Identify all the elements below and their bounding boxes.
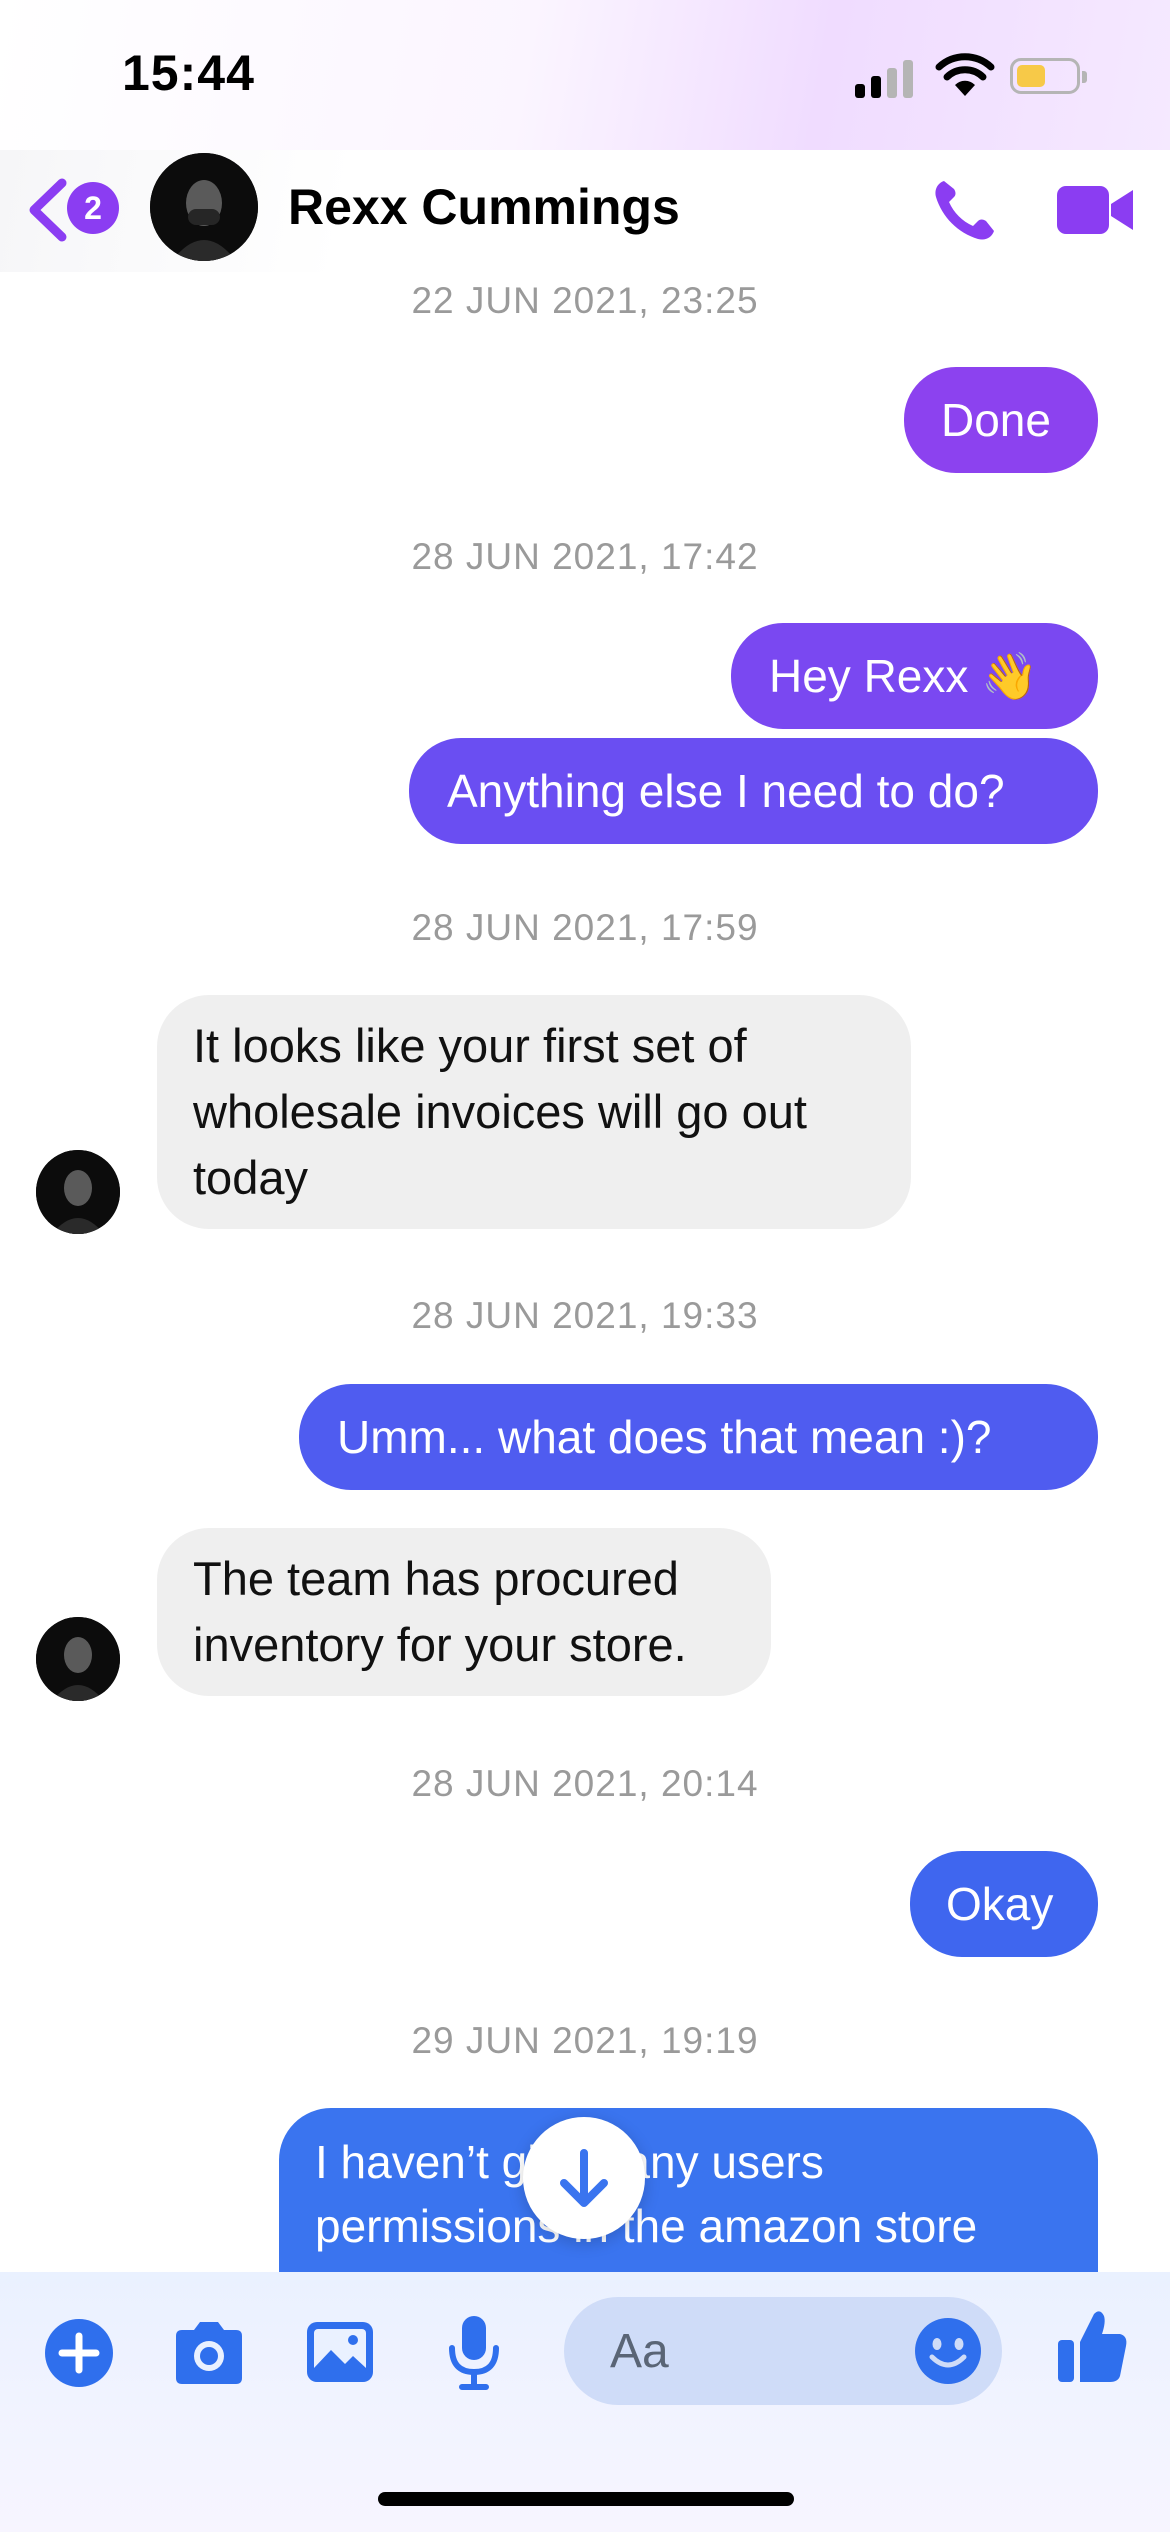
outgoing-message[interactable]: Umm... what does that mean :)? (299, 1384, 1098, 1490)
message-input-placeholder: Aa (610, 2325, 669, 2378)
timestamp: 22 JUN 2021, 23:25 (411, 280, 759, 321)
wifi-icon (935, 53, 995, 96)
contact-name[interactable]: Rexx Cummings (288, 178, 680, 236)
camera-icon[interactable] (170, 2316, 248, 2388)
outgoing-message[interactable]: Okay (910, 1851, 1098, 1957)
message-text: Done (941, 394, 1051, 446)
home-indicator (378, 2492, 794, 2506)
phone-icon[interactable] (930, 175, 1000, 245)
contact-avatar-small[interactable] (36, 1150, 120, 1234)
message-text: Anything else I need to do? (447, 765, 1005, 817)
incoming-message[interactable]: It looks like your first set of wholesal… (157, 995, 911, 1229)
message-text: The team has procured inventory for your… (193, 1552, 687, 1671)
video-camera-icon[interactable] (1055, 180, 1135, 240)
status-time: 15:44 (122, 45, 255, 101)
status-bar: 15:44 (0, 0, 1170, 150)
timestamp: 28 JUN 2021, 19:33 (411, 1295, 759, 1336)
signal-icon (855, 58, 915, 98)
microphone-icon[interactable] (446, 2312, 502, 2392)
message-text: It looks like your first set of wholesal… (193, 1019, 807, 1204)
photo-gallery-icon[interactable] (305, 2318, 375, 2386)
outgoing-message[interactable]: Hey Rexx 👋 (731, 623, 1098, 729)
message-text-line: I haven’t given any users (315, 2136, 824, 2188)
outgoing-message[interactable]: I haven’t given any users permissions in… (279, 2108, 1098, 2288)
arrow-down-icon (560, 2149, 608, 2207)
outgoing-message[interactable]: Anything else I need to do? (409, 738, 1098, 844)
emoji-icon[interactable] (914, 2317, 982, 2385)
outgoing-message[interactable]: Done (904, 367, 1098, 473)
thumbs-up-icon[interactable] (1056, 2306, 1128, 2386)
contact-avatar-small[interactable] (36, 1617, 120, 1701)
incoming-message[interactable]: The team has procured inventory for your… (157, 1528, 771, 1696)
timestamp: 28 JUN 2021, 17:59 (411, 907, 759, 948)
contact-avatar[interactable] (150, 153, 258, 261)
timestamp: 28 JUN 2021, 20:14 (411, 1763, 759, 1804)
timestamp: 29 JUN 2021, 19:19 (411, 2020, 759, 2061)
battery-icon (1010, 58, 1087, 94)
message-text: Okay (946, 1878, 1054, 1930)
message-text-line: permissions in the amazon store (315, 2200, 978, 2252)
unread-badge[interactable]: 2 (67, 182, 119, 234)
message-text: Umm... what does that mean :)? (337, 1411, 992, 1463)
plus-icon[interactable] (44, 2318, 114, 2388)
message-input[interactable]: Aa (564, 2297, 1002, 2405)
scroll-to-bottom-button[interactable] (523, 2117, 645, 2239)
message-text: Hey Rexx 👋 (769, 650, 1039, 702)
timestamp: 28 JUN 2021, 17:42 (411, 536, 759, 577)
